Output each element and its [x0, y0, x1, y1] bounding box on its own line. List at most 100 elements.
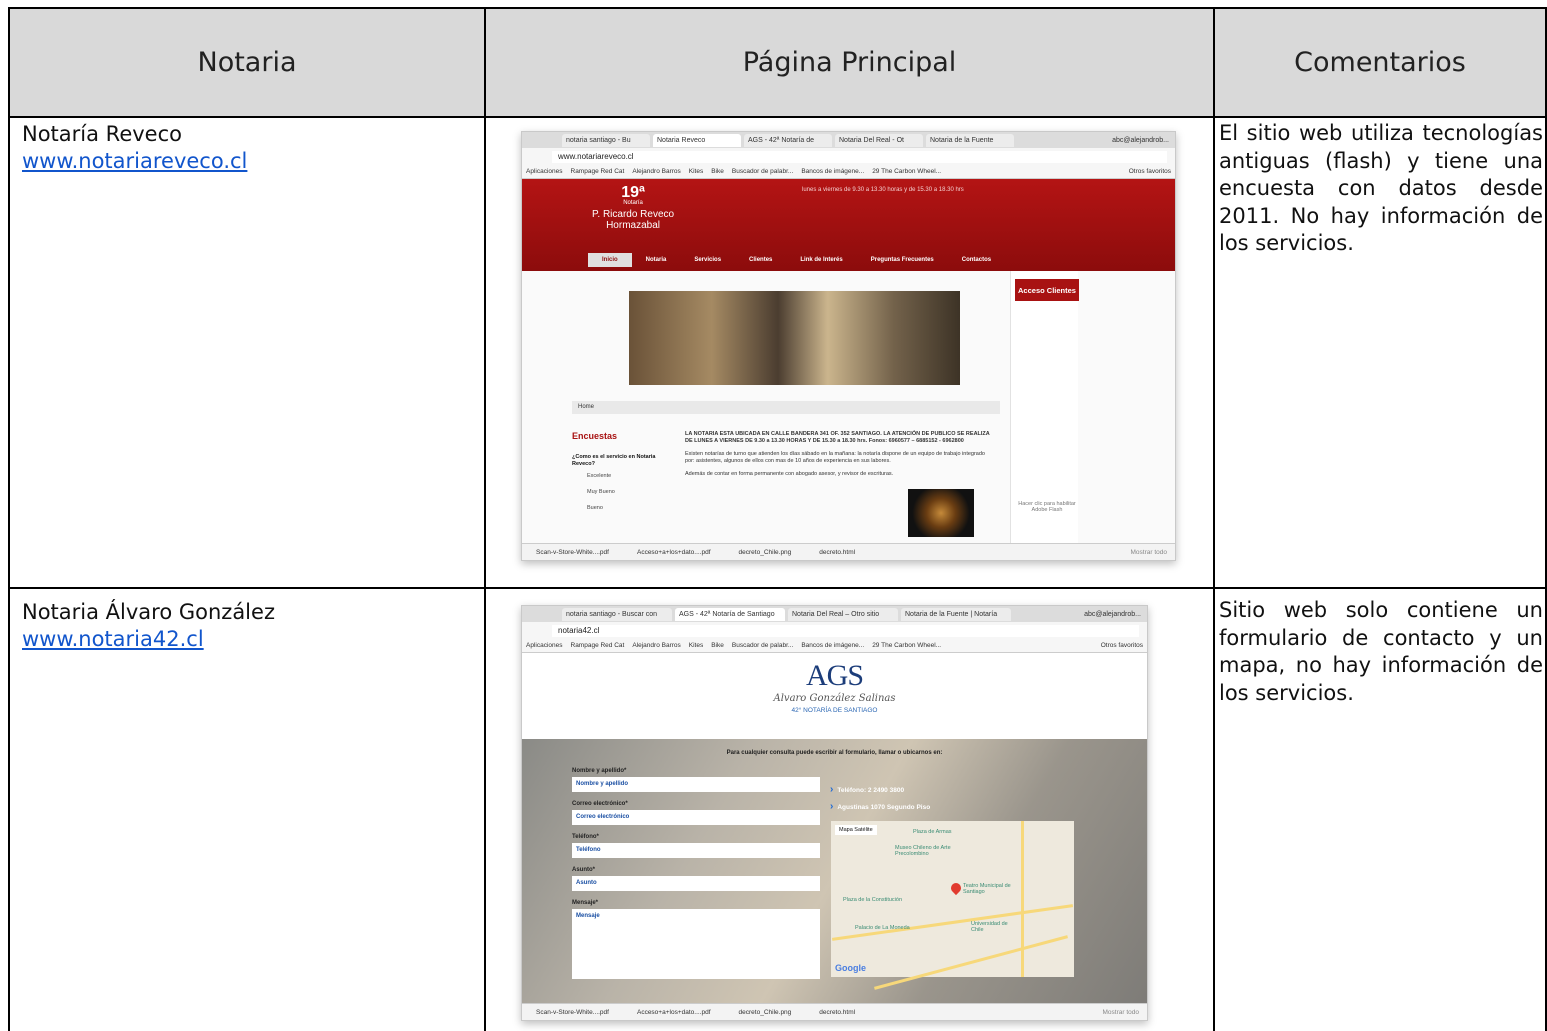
- encuesta-option[interactable]: Muy Bueno: [587, 489, 615, 495]
- map-place: Universidad de Chile: [971, 921, 1008, 933]
- encuestas-title: Encuestas: [572, 431, 618, 441]
- nav-faq[interactable]: Preguntas Frecuentes: [857, 253, 948, 267]
- browser-tab[interactable]: AGS - 42ª Notaría de: [744, 133, 832, 147]
- download-item[interactable]: decreto.html: [819, 1009, 855, 1016]
- name-input[interactable]: Nombre y apellido: [572, 777, 820, 792]
- url-field[interactable]: www.notariareveco.cl: [552, 150, 1167, 163]
- contact-address: › Agustinas 1070 Segundo Piso: [830, 801, 930, 812]
- table-border-top: [8, 7, 1547, 9]
- bookmark-item[interactable]: Bancos de imágene...: [801, 642, 864, 649]
- download-item[interactable]: Acceso+a+los+dato....pdf: [637, 549, 711, 556]
- field-label: Correo electrónico*: [572, 801, 628, 807]
- email-input[interactable]: Correo electrónico: [572, 810, 820, 825]
- nav-servicios[interactable]: Servicios: [680, 253, 735, 267]
- contact-phone-text: Teléfono: 2 2490 3800: [837, 787, 905, 794]
- bookmark-other[interactable]: Otros favoritos: [1101, 642, 1147, 649]
- main-paragraph: Además de contar en forma permanente con…: [685, 471, 894, 477]
- browser-tab[interactable]: Notaria Del Real – Otro sitio: [788, 607, 898, 621]
- bookmark-other[interactable]: Otros favoritos: [1129, 168, 1175, 175]
- nav-notaria[interactable]: Notaria: [632, 253, 681, 267]
- reveco-logo: 19ª Notaría P. Ricardo Reveco Hormazabal: [592, 184, 675, 232]
- bookmark-item[interactable]: Buscador de palabr...: [732, 168, 793, 175]
- browser-user: abc@alejandrob...: [1112, 136, 1169, 144]
- download-item[interactable]: decreto_Chile.png: [739, 549, 792, 556]
- reveco-header: 19ª Notaría P. Ricardo Reveco Hormazabal…: [522, 179, 1175, 271]
- reveco-logo-line: Hormazabal: [606, 220, 660, 231]
- chevron-right-icon: ›: [830, 784, 834, 795]
- row2-notary-link[interactable]: www.notaria42.cl: [22, 626, 275, 653]
- flash-placeholder[interactable]: Hacer clic para habilitar Adobe Flash: [1017, 501, 1077, 513]
- bookmark-item[interactable]: Aplicaciones: [526, 168, 563, 175]
- reveco-body: Home Encuestas ¿Como es el servicio en N…: [522, 271, 1175, 544]
- url-field[interactable]: notaria42.cl: [552, 624, 1139, 637]
- nav-links[interactable]: Link de Interés: [786, 253, 856, 267]
- header-notaria: Notaria: [197, 47, 297, 78]
- bookmark-item[interactable]: Aplicaciones: [526, 642, 563, 649]
- browser-address-bar: www.notariareveco.cl: [522, 148, 1175, 165]
- nav-inicio[interactable]: Inicio: [588, 253, 632, 267]
- browser-tab-active[interactable]: AGS - 42ª Notaría de Santiago: [675, 607, 785, 621]
- bookmark-item[interactable]: Buscador de palabr...: [732, 642, 793, 649]
- row1-notary-link[interactable]: www.notariareveco.cl: [22, 148, 247, 175]
- bookmark-item[interactable]: Rampage Red Cat: [571, 168, 625, 175]
- chevron-right-icon: ›: [830, 801, 834, 812]
- browser-tab[interactable]: notaria santiago - Buscar con: [562, 607, 672, 621]
- header-comentarios: Comentarios: [1294, 47, 1466, 78]
- map-place: Museo Chileno de Arte Precolombino: [895, 845, 951, 857]
- reveco-logo-number: 19ª: [621, 184, 645, 201]
- map-pin-icon[interactable]: [948, 880, 964, 896]
- show-all-button[interactable]: Mostrar todo: [1103, 1009, 1148, 1016]
- acceso-clientes-button[interactable]: Acceso Clientes: [1015, 279, 1079, 301]
- nav-clientes[interactable]: Clientes: [735, 253, 786, 267]
- downloads-bar: Scan-v-Store-White....pdf Acceso+a+los+d…: [522, 1003, 1147, 1020]
- bookmark-item[interactable]: Rampage Red Cat: [571, 642, 625, 649]
- browser-tab[interactable]: Notaria Del Real - Ot: [835, 133, 923, 147]
- header-pagina-principal: Página Principal: [742, 47, 957, 78]
- bookmark-item[interactable]: Bancos de imágene...: [801, 168, 864, 175]
- row2-comment: Sitio web solo contiene un formulario de…: [1219, 598, 1543, 705]
- bookmark-item[interactable]: Kites: [689, 168, 703, 175]
- reveco-sidebar: Acceso Clientes Hacer clic para habilita…: [1010, 271, 1079, 544]
- bookmark-item[interactable]: 29 The Carbon Wheel...: [872, 642, 941, 649]
- download-item[interactable]: Scan-v-Store-White....pdf: [536, 549, 609, 556]
- reveco-logo-line: Notaría: [623, 200, 643, 206]
- bookmark-item[interactable]: Bike: [711, 642, 724, 649]
- download-item[interactable]: decreto_Chile.png: [739, 1009, 792, 1016]
- browser-tab[interactable]: Notaria de la Fuente: [926, 133, 1014, 147]
- bookmarks-bar: Aplicaciones Rampage Red Cat Alejandro B…: [522, 639, 1147, 653]
- subject-input[interactable]: Asunto: [572, 876, 820, 891]
- download-item[interactable]: Scan-v-Store-White....pdf: [536, 1009, 609, 1016]
- browser-tab[interactable]: notaria santiago - Bu: [562, 133, 650, 147]
- table-border-col1: [484, 7, 486, 1031]
- ags-script-name: Alvaro González Salinas: [773, 693, 896, 704]
- browser-tab[interactable]: Notaria de la Fuente | Notaría: [901, 607, 1011, 621]
- browser-tab-active[interactable]: Notaria Reveco: [653, 133, 741, 147]
- field-label: Asunto*: [572, 867, 595, 873]
- bookmark-item[interactable]: Bike: [711, 168, 724, 175]
- field-label: Mensaje*: [572, 900, 599, 906]
- encuesta-option[interactable]: Excelente: [587, 473, 611, 479]
- google-map[interactable]: Mapa Satélite Plaza de Armas Museo Chile…: [831, 821, 1074, 990]
- encuesta-option[interactable]: Bueno: [587, 505, 603, 511]
- table-border-header: [8, 116, 1547, 118]
- bookmark-item[interactable]: Alejandro Barros: [632, 168, 680, 175]
- bookmark-item[interactable]: 29 The Carbon Wheel...: [872, 168, 941, 175]
- downloads-bar: Scan-v-Store-White....pdf Acceso+a+los+d…: [522, 543, 1175, 560]
- map-type-tabs[interactable]: Mapa Satélite: [835, 825, 877, 835]
- bookmark-item[interactable]: Kites: [689, 642, 703, 649]
- table-border-left: [8, 7, 10, 1031]
- ags-subtitle: 42° NOTARÍA DE SANTIAGO: [791, 707, 878, 714]
- nav-contactos[interactable]: Contactos: [948, 253, 1005, 267]
- row2-notary-name: Notaria Álvaro González: [22, 600, 275, 624]
- bookmark-item[interactable]: Alejandro Barros: [632, 642, 680, 649]
- bookmarks-bar: Aplicaciones Rampage Red Cat Alejandro B…: [522, 165, 1175, 179]
- show-all-button[interactable]: Mostrar todo: [1131, 549, 1176, 556]
- screenshot-ags: notaria santiago - Buscar con AGS - 42ª …: [521, 605, 1148, 1021]
- row2-notary-cell: Notaria Álvaro González www.notaria42.cl: [22, 599, 275, 653]
- breadcrumb[interactable]: Home: [572, 401, 1000, 414]
- download-item[interactable]: decreto.html: [819, 549, 855, 556]
- download-item[interactable]: Acceso+a+los+dato....pdf: [637, 1009, 711, 1016]
- message-textarea[interactable]: Mensaje: [572, 909, 820, 979]
- reveco-logo-line: P. Ricardo Reveco: [592, 209, 675, 220]
- phone-input[interactable]: Teléfono: [572, 843, 820, 858]
